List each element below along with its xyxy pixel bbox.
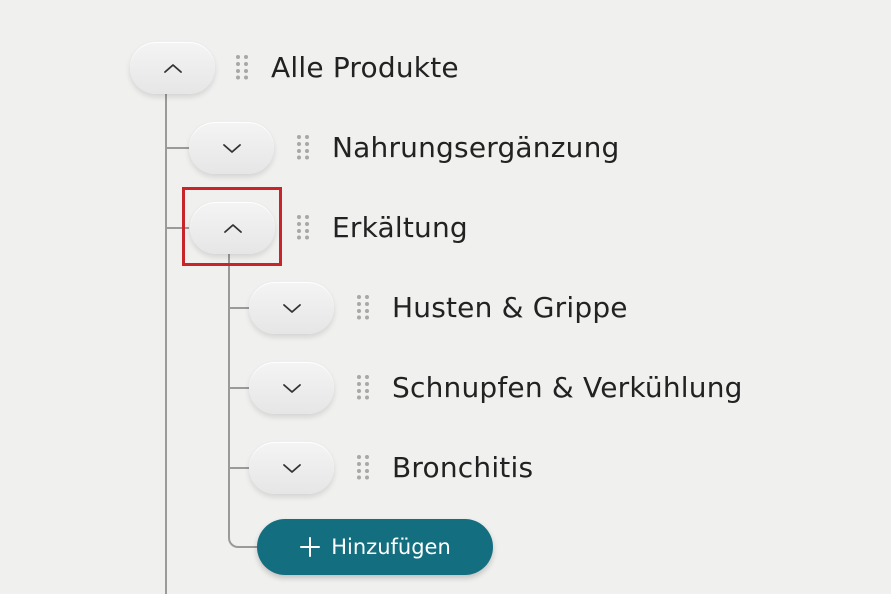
expand-toggle-husten-grippe[interactable] — [249, 282, 334, 334]
tree-node-label[interactable]: Husten & Grippe — [392, 288, 628, 328]
drag-handle-icon[interactable] — [356, 374, 370, 400]
chevron-up-icon — [163, 64, 182, 73]
tree-line-branch-add — [228, 530, 258, 548]
tree-line-erkaeltung-vertical — [228, 254, 230, 538]
drag-handle-icon[interactable] — [356, 454, 370, 480]
tree-node-label[interactable]: Nahrungsergänzung — [332, 128, 620, 168]
chevron-down-icon — [222, 144, 241, 153]
chevron-down-icon — [282, 384, 301, 393]
tree-node-label[interactable]: Alle Produkte — [271, 48, 459, 88]
expand-toggle-schnupfen-verkuehlung[interactable] — [249, 362, 334, 414]
expand-toggle-bronchitis[interactable] — [249, 442, 334, 494]
add-button-label: Hinzufügen — [331, 535, 451, 559]
tree-line-branch-schnupfen — [228, 387, 249, 389]
drag-handle-icon[interactable] — [356, 294, 370, 320]
chevron-down-icon — [282, 464, 301, 473]
highlight-box — [182, 187, 282, 266]
tree-node-label[interactable]: Bronchitis — [392, 448, 533, 488]
tree-node-label[interactable]: Erkältung — [332, 208, 468, 248]
chevron-down-icon — [282, 304, 301, 313]
expand-toggle-nahrungsergaenzung[interactable] — [189, 122, 274, 174]
drag-handle-icon[interactable] — [235, 54, 249, 80]
drag-handle-icon[interactable] — [296, 134, 310, 160]
tree-node-label[interactable]: Schnupfen & Verkühlung — [392, 368, 743, 408]
expand-toggle-alle-produkte[interactable] — [130, 42, 215, 94]
drag-handle-icon[interactable] — [296, 214, 310, 240]
category-tree: Alle Produkte Nahrungsergänzung Erkältun… — [0, 0, 891, 594]
tree-line-branch-bronchitis — [228, 467, 249, 469]
add-category-button[interactable]: Hinzufügen — [257, 519, 493, 575]
tree-line-root-vertical — [165, 94, 167, 594]
tree-line-branch-nahrung — [165, 147, 189, 149]
tree-line-branch-husten — [228, 307, 249, 309]
plus-icon — [300, 537, 321, 557]
